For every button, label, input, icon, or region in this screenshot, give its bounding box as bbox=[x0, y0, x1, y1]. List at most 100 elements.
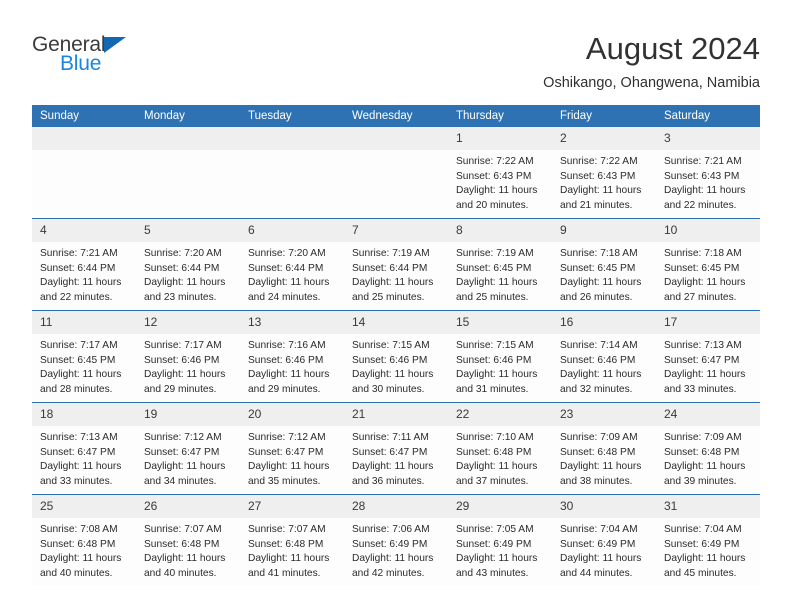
daylight-text-line2: and 29 minutes. bbox=[248, 383, 321, 395]
calendar-cell[interactable]: 30 Sunrise: 7:04 AM Sunset: 6:49 PM Dayligh… bbox=[552, 494, 656, 586]
day-number: 4 bbox=[32, 219, 136, 242]
calendar-cell[interactable]: 25 Sunrise: 7:08 AM Sunset: 6:48 PM Dayligh… bbox=[32, 494, 136, 586]
day-number: 12 bbox=[136, 311, 240, 334]
daylight-text-line2: and 39 minutes. bbox=[664, 475, 737, 487]
calendar-cell[interactable]: 1 Sunrise: 7:22 AM Sunset: 6:43 PM Daylight… bbox=[448, 127, 552, 219]
day-cell: 23 Sunrise: 7:09 AM Sunset: 6:48 PM Dayligh… bbox=[552, 403, 656, 494]
sunset-text: Sunset: 6:48 PM bbox=[664, 446, 740, 458]
calendar-cell[interactable]: 16 Sunrise: 7:14 AM Sunset: 6:46 PM Dayligh… bbox=[552, 310, 656, 403]
daylight-text-line2: and 22 minutes. bbox=[664, 199, 737, 211]
calendar-cell[interactable]: 3 Sunrise: 7:21 AM Sunset: 6:43 PM Daylight… bbox=[656, 127, 760, 219]
calendar-cell[interactable] bbox=[32, 127, 136, 219]
calendar-cell[interactable]: 29 Sunrise: 7:05 AM Sunset: 6:49 PM Dayligh… bbox=[448, 494, 552, 586]
calendar-cell[interactable]: 8 Sunrise: 7:19 AM Sunset: 6:45 PM Daylight… bbox=[448, 218, 552, 311]
day-number: 7 bbox=[344, 219, 448, 242]
sunrise-text: Sunrise: 7:20 AM bbox=[248, 248, 326, 259]
daylight-text-line2: and 20 minutes. bbox=[456, 199, 529, 211]
daylight-text-line1: Daylight: 11 hours bbox=[352, 277, 434, 289]
calendar-cell[interactable] bbox=[136, 127, 240, 219]
calendar-cell[interactable]: 24 Sunrise: 7:09 AM Sunset: 6:48 PM Dayligh… bbox=[656, 402, 760, 495]
day-details: Sunrise: 7:17 AM Sunset: 6:45 PM Daylight:… bbox=[32, 334, 136, 397]
daylight-text-line1: Daylight: 11 hours bbox=[144, 369, 226, 381]
day-cell: 21 Sunrise: 7:11 AM Sunset: 6:47 PM Dayligh… bbox=[344, 403, 448, 494]
day-cell: 28 Sunrise: 7:06 AM Sunset: 6:49 PM Dayligh… bbox=[344, 495, 448, 586]
sunset-text: Sunset: 6:49 PM bbox=[664, 538, 740, 550]
day-cell: 3 Sunrise: 7:21 AM Sunset: 6:43 PM Daylight… bbox=[656, 127, 760, 218]
calendar-cell[interactable]: 7 Sunrise: 7:19 AM Sunset: 6:44 PM Daylight… bbox=[344, 218, 448, 311]
sunset-text: Sunset: 6:48 PM bbox=[144, 538, 220, 550]
calendar-cell[interactable]: 14 Sunrise: 7:15 AM Sunset: 6:46 PM Dayligh… bbox=[344, 310, 448, 403]
daylight-text-line2: and 36 minutes. bbox=[352, 475, 425, 487]
day-cell: 8 Sunrise: 7:19 AM Sunset: 6:45 PM Daylight… bbox=[448, 219, 552, 310]
daylight-text-line2: and 28 minutes. bbox=[40, 383, 113, 395]
calendar-cell[interactable]: 27 Sunrise: 7:07 AM Sunset: 6:48 PM Dayligh… bbox=[240, 494, 344, 586]
day-cell: 13 Sunrise: 7:16 AM Sunset: 6:46 PM Dayligh… bbox=[240, 311, 344, 402]
daylight-text-line1: Daylight: 11 hours bbox=[40, 369, 122, 381]
weekday-header-saturday: Saturday bbox=[656, 105, 760, 127]
day-number: 25 bbox=[32, 495, 136, 518]
sunset-text: Sunset: 6:46 PM bbox=[560, 354, 636, 366]
calendar-cell[interactable]: 26 Sunrise: 7:07 AM Sunset: 6:48 PM Dayligh… bbox=[136, 494, 240, 586]
day-number: 15 bbox=[448, 311, 552, 334]
calendar-cell[interactable]: 9 Sunrise: 7:18 AM Sunset: 6:45 PM Daylight… bbox=[552, 218, 656, 311]
sunset-text: Sunset: 6:46 PM bbox=[456, 354, 532, 366]
calendar-week-row: 25 Sunrise: 7:08 AM Sunset: 6:48 PM Dayligh… bbox=[32, 494, 760, 586]
day-details: Sunrise: 7:07 AM Sunset: 6:48 PM Daylight:… bbox=[136, 518, 240, 581]
day-details: Sunrise: 7:20 AM Sunset: 6:44 PM Daylight:… bbox=[136, 242, 240, 305]
calendar-cell[interactable]: 23 Sunrise: 7:09 AM Sunset: 6:48 PM Dayligh… bbox=[552, 402, 656, 495]
brand-logo[interactable]: General Blue bbox=[32, 28, 162, 84]
daylight-text-line1: Daylight: 11 hours bbox=[560, 369, 642, 381]
sunrise-text: Sunrise: 7:09 AM bbox=[560, 432, 638, 443]
calendar-cell[interactable]: 10 Sunrise: 7:18 AM Sunset: 6:45 PM Dayligh… bbox=[656, 218, 760, 311]
weekday-header-wednesday: Wednesday bbox=[344, 105, 448, 127]
daylight-text-line1: Daylight: 11 hours bbox=[664, 185, 746, 197]
daylight-text-line1: Daylight: 11 hours bbox=[40, 277, 122, 289]
calendar-cell[interactable] bbox=[344, 127, 448, 219]
calendar-cell[interactable]: 15 Sunrise: 7:15 AM Sunset: 6:46 PM Dayligh… bbox=[448, 310, 552, 403]
calendar-cell[interactable]: 28 Sunrise: 7:06 AM Sunset: 6:49 PM Dayligh… bbox=[344, 494, 448, 586]
calendar-cell[interactable]: 5 Sunrise: 7:20 AM Sunset: 6:44 PM Daylight… bbox=[136, 218, 240, 311]
daylight-text-line1: Daylight: 11 hours bbox=[40, 461, 122, 473]
day-number: 14 bbox=[344, 311, 448, 334]
daylight-text-line2: and 29 minutes. bbox=[144, 383, 217, 395]
day-cell: 20 Sunrise: 7:12 AM Sunset: 6:47 PM Dayligh… bbox=[240, 403, 344, 494]
calendar-cell[interactable]: 21 Sunrise: 7:11 AM Sunset: 6:47 PM Dayligh… bbox=[344, 402, 448, 495]
calendar-cell[interactable]: 19 Sunrise: 7:12 AM Sunset: 6:47 PM Dayligh… bbox=[136, 402, 240, 495]
sunrise-text: Sunrise: 7:22 AM bbox=[456, 156, 534, 167]
day-number bbox=[240, 127, 344, 150]
day-details: Sunrise: 7:12 AM Sunset: 6:47 PM Daylight:… bbox=[136, 426, 240, 489]
calendar-cell[interactable]: 31 Sunrise: 7:04 AM Sunset: 6:49 PM Dayligh… bbox=[656, 494, 760, 586]
calendar-cell[interactable]: 18 Sunrise: 7:13 AM Sunset: 6:47 PM Dayligh… bbox=[32, 402, 136, 495]
day-cell: 11 Sunrise: 7:17 AM Sunset: 6:45 PM Dayligh… bbox=[32, 311, 136, 402]
daylight-text-line2: and 31 minutes. bbox=[456, 383, 529, 395]
calendar-cell[interactable]: 4 Sunrise: 7:21 AM Sunset: 6:44 PM Daylight… bbox=[32, 218, 136, 311]
day-number: 10 bbox=[656, 219, 760, 242]
calendar-week-row: 4 Sunrise: 7:21 AM Sunset: 6:44 PM Daylight… bbox=[32, 218, 760, 311]
calendar-cell[interactable] bbox=[240, 127, 344, 219]
calendar-cell[interactable]: 11 Sunrise: 7:17 AM Sunset: 6:45 PM Dayligh… bbox=[32, 310, 136, 403]
sunset-text: Sunset: 6:44 PM bbox=[352, 262, 428, 274]
sunrise-text: Sunrise: 7:08 AM bbox=[40, 524, 118, 535]
daylight-text-line2: and 25 minutes. bbox=[352, 291, 425, 303]
day-details: Sunrise: 7:08 AM Sunset: 6:48 PM Daylight:… bbox=[32, 518, 136, 581]
daylight-text-line1: Daylight: 11 hours bbox=[144, 553, 226, 565]
daylight-text-line2: and 37 minutes. bbox=[456, 475, 529, 487]
sunrise-text: Sunrise: 7:07 AM bbox=[248, 524, 326, 535]
daylight-text-line2: and 30 minutes. bbox=[352, 383, 425, 395]
sunset-text: Sunset: 6:44 PM bbox=[144, 262, 220, 274]
daylight-text-line1: Daylight: 11 hours bbox=[560, 461, 642, 473]
page-title: August 2024 bbox=[585, 31, 760, 66]
calendar-cell[interactable]: 22 Sunrise: 7:10 AM Sunset: 6:48 PM Dayligh… bbox=[448, 402, 552, 495]
calendar-cell[interactable]: 2 Sunrise: 7:22 AM Sunset: 6:43 PM Daylight… bbox=[552, 127, 656, 219]
calendar-cell[interactable]: 20 Sunrise: 7:12 AM Sunset: 6:47 PM Dayligh… bbox=[240, 402, 344, 495]
calendar-cell[interactable]: 17 Sunrise: 7:13 AM Sunset: 6:47 PM Dayligh… bbox=[656, 310, 760, 403]
day-details: Sunrise: 7:16 AM Sunset: 6:46 PM Daylight:… bbox=[240, 334, 344, 397]
daylight-text-line1: Daylight: 11 hours bbox=[456, 553, 538, 565]
day-details: Sunrise: 7:12 AM Sunset: 6:47 PM Daylight:… bbox=[240, 426, 344, 489]
day-cell: 4 Sunrise: 7:21 AM Sunset: 6:44 PM Daylight… bbox=[32, 219, 136, 310]
daylight-text-line1: Daylight: 11 hours bbox=[248, 461, 330, 473]
calendar-cell[interactable]: 12 Sunrise: 7:17 AM Sunset: 6:46 PM Dayligh… bbox=[136, 310, 240, 403]
calendar-cell[interactable]: 13 Sunrise: 7:16 AM Sunset: 6:46 PM Dayligh… bbox=[240, 310, 344, 403]
calendar-cell[interactable]: 6 Sunrise: 7:20 AM Sunset: 6:44 PM Daylight… bbox=[240, 218, 344, 311]
daylight-text-line2: and 32 minutes. bbox=[560, 383, 633, 395]
